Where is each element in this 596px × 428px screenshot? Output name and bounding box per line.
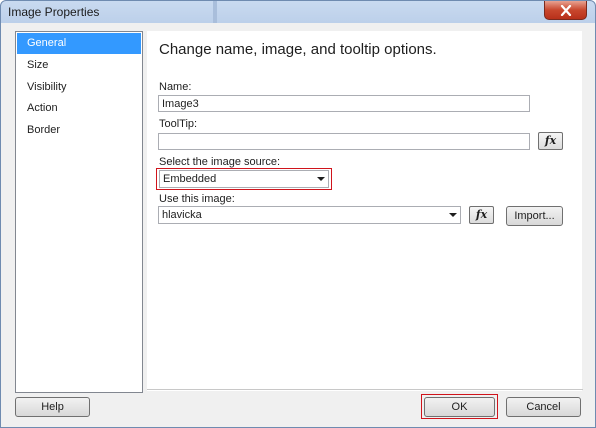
window-title: Image Properties <box>8 5 100 19</box>
nav-item-size[interactable]: Size <box>17 55 141 76</box>
panel-header: Change name, image, and tooltip options. <box>159 41 437 58</box>
property-nav: General Size Visibility Action Border <box>15 31 143 393</box>
ok-button[interactable]: OK <box>424 397 495 417</box>
help-button[interactable]: Help <box>15 397 90 417</box>
title-bar-decoration <box>213 1 217 23</box>
name-label: Name: <box>159 81 192 93</box>
fx-icon: fx <box>475 208 488 221</box>
tooltip-field[interactable] <box>158 133 530 150</box>
close-icon <box>560 5 572 16</box>
nav-item-action[interactable]: Action <box>17 98 141 119</box>
import-button[interactable]: Import... <box>506 206 563 226</box>
nav-item-border[interactable]: Border <box>17 120 141 141</box>
fx-icon: fx <box>544 134 557 147</box>
use-image-value: hlavicka <box>162 209 202 221</box>
image-expression-button[interactable]: fx <box>469 206 494 224</box>
cancel-button[interactable]: Cancel <box>506 397 581 417</box>
image-source-value: Embedded <box>163 173 217 185</box>
image-properties-dialog: Image Properties General Size Visibility… <box>0 0 596 428</box>
tooltip-expression-button[interactable]: fx <box>538 132 563 150</box>
tooltip-label: ToolTip: <box>159 118 198 130</box>
use-image-label: Use this image: <box>159 193 235 205</box>
name-field[interactable]: Image3 <box>158 95 530 112</box>
nav-item-visibility[interactable]: Visibility <box>17 77 141 98</box>
dialog-body: General Size Visibility Action Border Ch… <box>7 23 589 421</box>
nav-item-general[interactable]: General <box>17 33 141 54</box>
image-source-label: Select the image source: <box>159 156 281 168</box>
chevron-down-icon <box>317 177 325 181</box>
use-image-dropdown[interactable]: hlavicka <box>158 206 461 224</box>
image-source-dropdown[interactable]: Embedded <box>159 170 329 188</box>
title-bar[interactable]: Image Properties <box>1 1 595 23</box>
general-panel: Change name, image, and tooltip options.… <box>147 31 582 391</box>
close-button[interactable] <box>544 1 587 20</box>
footer-divider <box>147 389 583 390</box>
chevron-down-icon <box>449 213 457 217</box>
